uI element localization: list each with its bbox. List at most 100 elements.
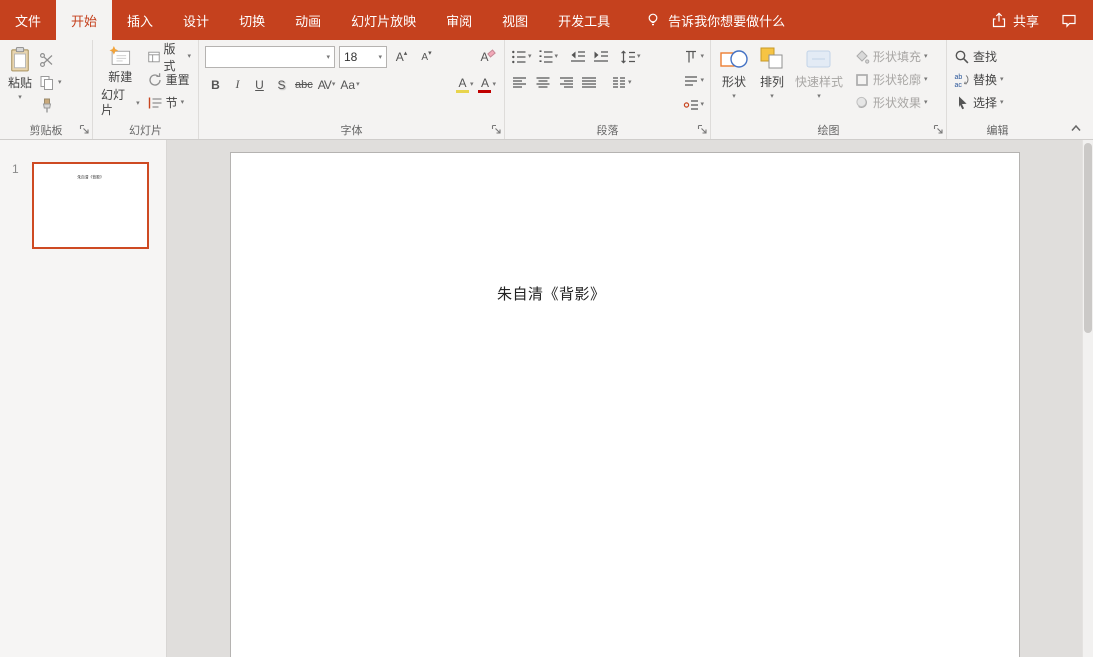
scissors-icon	[39, 52, 55, 68]
shape-effects-button[interactable]: 形状效果▾	[851, 91, 931, 114]
layout-button[interactable]: 版式▾	[144, 45, 194, 68]
text-shadow-button[interactable]: S	[271, 74, 292, 95]
font-name-combobox[interactable]: ▾	[205, 46, 335, 68]
cut-button[interactable]	[36, 48, 65, 71]
format-painter-button[interactable]	[36, 94, 65, 117]
slide-1[interactable]: 朱自清《背影》	[230, 152, 1020, 657]
slide-thumbnail-panel[interactable]: 1 朱自清《背影》	[0, 140, 167, 657]
columns-icon	[611, 75, 627, 91]
tell-me-box[interactable]: 告诉我你想要做什么	[633, 0, 797, 40]
underline-button[interactable]: U	[249, 74, 270, 95]
chevron-down-icon: ▾	[326, 54, 330, 61]
group-font: ▾ ▾ A▴ A▾ A B I U S abc AV▾	[199, 40, 505, 139]
line-spacing-button[interactable]: ▾	[618, 46, 643, 67]
convert-to-smartart-button[interactable]: ▾	[681, 94, 706, 115]
text-direction-button[interactable]: ▾	[681, 46, 706, 67]
chevron-down-icon: ▾	[356, 81, 360, 88]
shrink-font-button[interactable]: A▾	[416, 47, 437, 68]
shape-outline-button[interactable]: 形状轮廓▾	[851, 68, 931, 91]
chevron-down-icon: ▾	[1000, 99, 1004, 106]
font-color-bar	[478, 90, 491, 93]
shapes-button[interactable]: 形状 ▾	[715, 43, 753, 121]
shape-fill-button[interactable]: 形状填充▾	[851, 45, 931, 68]
bold-button[interactable]: B	[205, 74, 226, 95]
font-name-input[interactable]	[210, 50, 324, 64]
group-clipboard: 粘贴 ▾ ▾ 剪贴板	[0, 40, 93, 139]
share-icon	[991, 12, 1007, 28]
font-color-button[interactable]: A▾	[476, 74, 498, 95]
align-left-button[interactable]	[509, 72, 530, 93]
change-case-button[interactable]: Aa▾	[338, 74, 361, 95]
select-button[interactable]: 选择▾	[951, 91, 1007, 114]
slide-editor-canvas[interactable]: 朱自清《背影》	[167, 140, 1093, 657]
paragraph-dialog-launcher-icon[interactable]	[697, 124, 708, 135]
paste-button[interactable]: 粘贴 ▾	[4, 43, 36, 121]
font-size-input[interactable]	[344, 50, 376, 64]
replace-label: 替换	[973, 71, 997, 88]
tab-insert[interactable]: 插入	[112, 0, 168, 40]
align-right-button[interactable]	[555, 72, 576, 93]
font-size-combobox[interactable]: ▾	[339, 46, 387, 68]
scrollbar-thumb[interactable]	[1084, 143, 1092, 333]
section-icon	[147, 95, 163, 111]
align-text-button[interactable]: ▾	[681, 70, 706, 91]
tab-design[interactable]: 设计	[168, 0, 224, 40]
tab-slideshow[interactable]: 幻灯片放映	[336, 0, 431, 40]
section-label: 节	[166, 94, 178, 111]
vertical-scrollbar[interactable]	[1082, 140, 1093, 657]
slide-thumbnail-row: 1 朱自清《背影》	[0, 162, 166, 249]
character-spacing-button[interactable]: AV▾	[316, 74, 338, 95]
replace-button[interactable]: 替换▾	[951, 68, 1007, 91]
share-button[interactable]: 共享	[991, 11, 1039, 30]
columns-button[interactable]: ▾	[609, 72, 634, 93]
main-area: 1 朱自清《背影》 朱自清《背影》	[0, 140, 1093, 657]
text-highlight-button[interactable]: A▾	[454, 74, 476, 95]
tab-file[interactable]: 文件	[0, 0, 56, 40]
numbering-icon	[538, 49, 554, 65]
quick-styles-button[interactable]: 快速样式 ▾	[791, 43, 847, 121]
strikethrough-button[interactable]: abc	[293, 74, 315, 95]
chevron-down-icon: ▾	[378, 54, 382, 61]
align-center-button[interactable]	[532, 72, 553, 93]
increase-indent-button[interactable]	[590, 46, 611, 67]
chevron-down-icon: ▾	[1000, 76, 1004, 83]
clipboard-dialog-launcher-icon[interactable]	[79, 124, 90, 135]
tab-developer[interactable]: 开发工具	[543, 0, 625, 40]
italic-button[interactable]: I	[227, 74, 248, 95]
tab-view[interactable]: 视图	[487, 0, 543, 40]
chevron-down-icon: ▾	[187, 53, 191, 60]
drawing-dialog-launcher-icon[interactable]	[933, 124, 944, 135]
find-button[interactable]: 查找	[951, 45, 1007, 68]
char-spacing-glyph: AV	[318, 78, 331, 92]
change-case-glyph: Aa	[340, 78, 355, 92]
bullets-button[interactable]: ▾	[509, 46, 534, 67]
tab-transitions[interactable]: 切换	[224, 0, 280, 40]
slide-title-text[interactable]: 朱自清《背影》	[497, 283, 606, 304]
new-slide-button[interactable]: 新建 幻灯片▾	[97, 43, 144, 121]
numbering-button[interactable]: ▾	[536, 46, 561, 67]
slide-1-thumbnail[interactable]: 朱自清《背影》	[32, 162, 149, 249]
layout-icon	[147, 49, 161, 65]
slides-group-label: 幻灯片	[129, 122, 162, 138]
copy-button[interactable]: ▾	[36, 71, 65, 94]
decrease-indent-icon	[570, 49, 586, 65]
clear-formatting-button[interactable]: A	[477, 47, 498, 68]
grow-font-button[interactable]: A▴	[391, 47, 412, 68]
tab-review[interactable]: 审阅	[431, 0, 487, 40]
shape-outline-icon	[854, 72, 870, 88]
collapse-ribbon-icon[interactable]	[1068, 121, 1084, 135]
font-dialog-launcher-icon[interactable]	[491, 124, 502, 135]
decrease-indent-button[interactable]	[567, 46, 588, 67]
highlight-color-bar	[456, 90, 469, 93]
reset-button[interactable]: 重置	[144, 68, 194, 91]
tab-animations[interactable]: 动画	[280, 0, 336, 40]
arrange-button[interactable]: 排列 ▾	[753, 43, 791, 121]
section-button[interactable]: 节▾	[144, 91, 194, 114]
justify-button[interactable]	[578, 72, 599, 93]
comments-icon[interactable]	[1061, 12, 1077, 28]
chevron-down-icon: ▾	[637, 53, 641, 60]
reset-label: 重置	[166, 71, 190, 88]
new-slide-label-1: 新建	[108, 70, 132, 85]
tab-home[interactable]: 开始	[56, 0, 112, 40]
highlight-letter: A	[458, 77, 466, 89]
